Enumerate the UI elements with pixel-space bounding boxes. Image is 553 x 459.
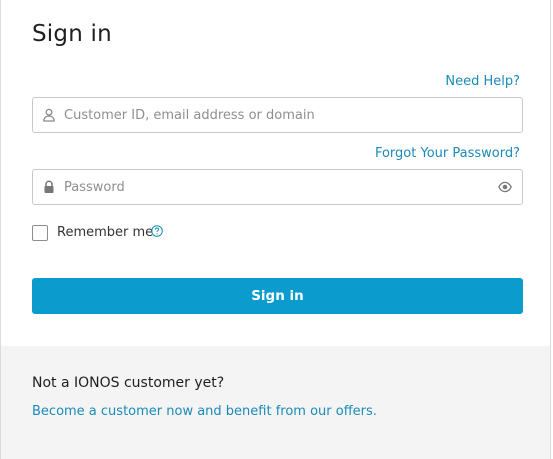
username-field[interactable] [32, 97, 523, 133]
signup-footer: Not a IONOS customer yet? Become a custo… [1, 346, 550, 459]
user-icon [43, 108, 55, 122]
footer-title: Not a IONOS customer yet? [32, 375, 225, 391]
eye-icon[interactable] [498, 181, 512, 193]
become-customer-link[interactable]: Become a customer now and benefit from o… [32, 404, 377, 419]
sign-in-button[interactable]: Sign in [32, 278, 523, 314]
password-input[interactable] [64, 170, 484, 204]
login-panel: Sign in Need Help? Forgot Your Password? [1, 0, 550, 346]
login-card: Sign in Need Help? Forgot Your Password? [0, 0, 551, 459]
page-title: Sign in [32, 21, 112, 47]
password-field[interactable] [32, 169, 523, 205]
remember-me-label[interactable]: Remember me [57, 225, 153, 240]
forgot-password-link[interactable]: Forgot Your Password? [375, 146, 520, 161]
remember-me-checkbox[interactable] [32, 225, 48, 241]
help-circle-icon[interactable] [151, 225, 163, 237]
username-input[interactable] [64, 98, 484, 132]
lock-icon [44, 180, 54, 193]
need-help-link[interactable]: Need Help? [445, 74, 520, 89]
